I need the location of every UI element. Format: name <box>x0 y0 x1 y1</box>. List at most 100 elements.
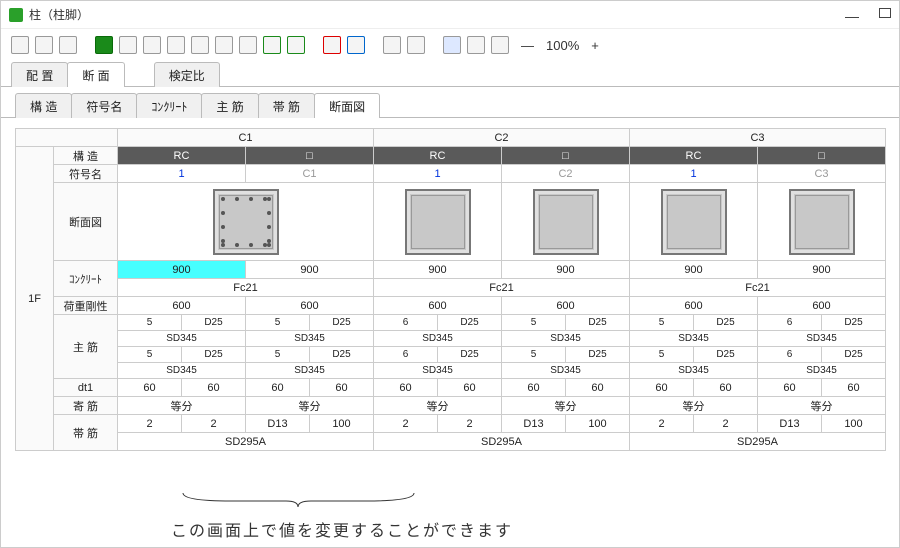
cell[interactable]: 等分 <box>758 397 886 415</box>
cell[interactable]: 60 <box>630 379 694 397</box>
cell[interactable]: 600 <box>246 297 374 315</box>
cell[interactable]: 60 <box>118 379 182 397</box>
section-table[interactable]: C1 C2 C3 構 造 1F 構 造 RC □ RC □ RC □ 符号名 1… <box>15 128 886 451</box>
grid-icon[interactable] <box>443 36 461 54</box>
cell[interactable]: C3 <box>758 165 886 183</box>
cell[interactable]: 6 <box>758 315 822 331</box>
cell[interactable]: 2 <box>694 415 758 433</box>
toolbar-icon[interactable] <box>383 36 401 54</box>
cell[interactable]: SD345 <box>118 363 246 379</box>
cell[interactable]: SD345 <box>374 331 502 347</box>
cell[interactable]: 5 <box>502 315 566 331</box>
cell[interactable]: D25 <box>438 315 502 331</box>
cell[interactable]: 900 <box>246 261 374 279</box>
zoom-plus[interactable]: + <box>591 38 599 53</box>
cell[interactable]: 60 <box>182 379 246 397</box>
subtab-kozo[interactable]: 構 造 <box>15 93 72 118</box>
subtab-obikin[interactable]: 帯 筋 <box>258 93 315 118</box>
cell[interactable]: D13 <box>502 415 566 433</box>
cell[interactable]: SD345 <box>374 363 502 379</box>
tab-kenteihi[interactable]: 検定比 <box>154 62 220 87</box>
cell[interactable]: 6 <box>758 347 822 363</box>
cell[interactable]: SD345 <box>502 363 630 379</box>
cell[interactable]: SD345 <box>630 363 758 379</box>
cell[interactable]: 5 <box>630 347 694 363</box>
cell[interactable]: 60 <box>246 379 310 397</box>
cell[interactable]: 60 <box>566 379 630 397</box>
toolbar-icon[interactable] <box>143 36 161 54</box>
col-c2[interactable]: C2 <box>374 129 630 147</box>
toolbar-icon[interactable] <box>215 36 233 54</box>
cell[interactable]: 2 <box>374 415 438 433</box>
subtab-concrete[interactable]: ｺﾝｸﾘｰﾄ <box>136 93 202 118</box>
cell[interactable]: 60 <box>438 379 502 397</box>
subtab-danmenzu[interactable]: 断面図 <box>314 93 380 118</box>
cell[interactable]: 1 <box>630 165 758 183</box>
cell[interactable]: Fc21 <box>118 279 374 297</box>
cell[interactable]: 60 <box>694 379 758 397</box>
cell[interactable]: 60 <box>374 379 438 397</box>
toolbar-icon[interactable] <box>263 36 281 54</box>
cell[interactable]: SD345 <box>246 363 374 379</box>
cell-rc[interactable]: RC <box>118 147 246 165</box>
cell[interactable]: 等分 <box>502 397 630 415</box>
cell[interactable]: 6 <box>374 315 438 331</box>
cell[interactable]: 100 <box>822 415 886 433</box>
cell[interactable]: 5 <box>502 347 566 363</box>
cell[interactable]: 60 <box>822 379 886 397</box>
cell-sq[interactable]: □ <box>758 147 886 165</box>
toolbar-icon[interactable] <box>191 36 209 54</box>
cell[interactable]: 1 <box>118 165 246 183</box>
cell[interactable]: C1 <box>246 165 374 183</box>
cell[interactable]: 2 <box>438 415 502 433</box>
cell[interactable]: 2 <box>182 415 246 433</box>
cell[interactable]: SD295A <box>118 433 374 451</box>
cell[interactable]: 5 <box>118 347 182 363</box>
cell[interactable]: 60 <box>502 379 566 397</box>
cell[interactable]: Fc21 <box>630 279 886 297</box>
toolbar-icon[interactable] <box>167 36 185 54</box>
maximize-button[interactable] <box>879 8 891 18</box>
cell[interactable]: C2 <box>502 165 630 183</box>
minimize-button[interactable] <box>843 8 861 22</box>
toolbar-icon[interactable] <box>59 36 77 54</box>
cell[interactable]: 1 <box>374 165 502 183</box>
cell[interactable]: 900 <box>374 261 502 279</box>
cell[interactable]: D25 <box>694 347 758 363</box>
cell[interactable]: SD345 <box>246 331 374 347</box>
cell[interactable]: 等分 <box>374 397 502 415</box>
cell[interactable]: D25 <box>566 315 630 331</box>
cell-rc[interactable]: RC <box>374 147 502 165</box>
toolbar-icon[interactable] <box>407 36 425 54</box>
tab-danmen[interactable]: 断 面 <box>67 62 124 87</box>
cell[interactable]: 100 <box>310 415 374 433</box>
cell[interactable]: 100 <box>566 415 630 433</box>
cell[interactable]: 5 <box>246 315 310 331</box>
cell[interactable]: D25 <box>822 315 886 331</box>
cell[interactable]: D25 <box>438 347 502 363</box>
cell[interactable]: D25 <box>310 315 374 331</box>
cell[interactable]: Fc21 <box>374 279 630 297</box>
cell[interactable]: D25 <box>822 347 886 363</box>
cell[interactable]: D25 <box>182 315 246 331</box>
cell[interactable]: SD295A <box>630 433 886 451</box>
toolbar-icon[interactable] <box>287 36 305 54</box>
cell[interactable]: 5 <box>118 315 182 331</box>
col-c3[interactable]: C3 <box>630 129 886 147</box>
tab-haichi[interactable]: 配 置 <box>11 62 68 87</box>
grid-icon[interactable] <box>467 36 485 54</box>
zoom-minus[interactable]: — <box>521 38 534 53</box>
cell[interactable]: D25 <box>310 347 374 363</box>
cell-sq[interactable]: □ <box>502 147 630 165</box>
cell[interactable]: 900 <box>502 261 630 279</box>
cell[interactable]: D13 <box>758 415 822 433</box>
cell[interactable]: SD295A <box>374 433 630 451</box>
subtab-fugo[interactable]: 符号名 <box>71 93 137 118</box>
cell[interactable]: 600 <box>502 297 630 315</box>
cell[interactable]: 600 <box>630 297 758 315</box>
toolbar-icon[interactable] <box>119 36 137 54</box>
toolbar-icon[interactable] <box>239 36 257 54</box>
cell[interactable]: SD345 <box>758 363 886 379</box>
cell[interactable]: SD345 <box>118 331 246 347</box>
cell[interactable]: D25 <box>566 347 630 363</box>
